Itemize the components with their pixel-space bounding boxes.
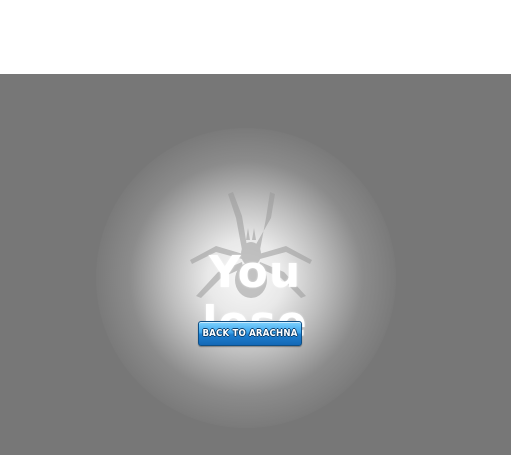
game-over-screen: You lose BACK TO ARACHNA — [0, 74, 511, 455]
page: You lose BACK TO ARACHNA — [0, 0, 511, 458]
back-to-arachna-button[interactable]: BACK TO ARACHNA — [198, 321, 302, 346]
